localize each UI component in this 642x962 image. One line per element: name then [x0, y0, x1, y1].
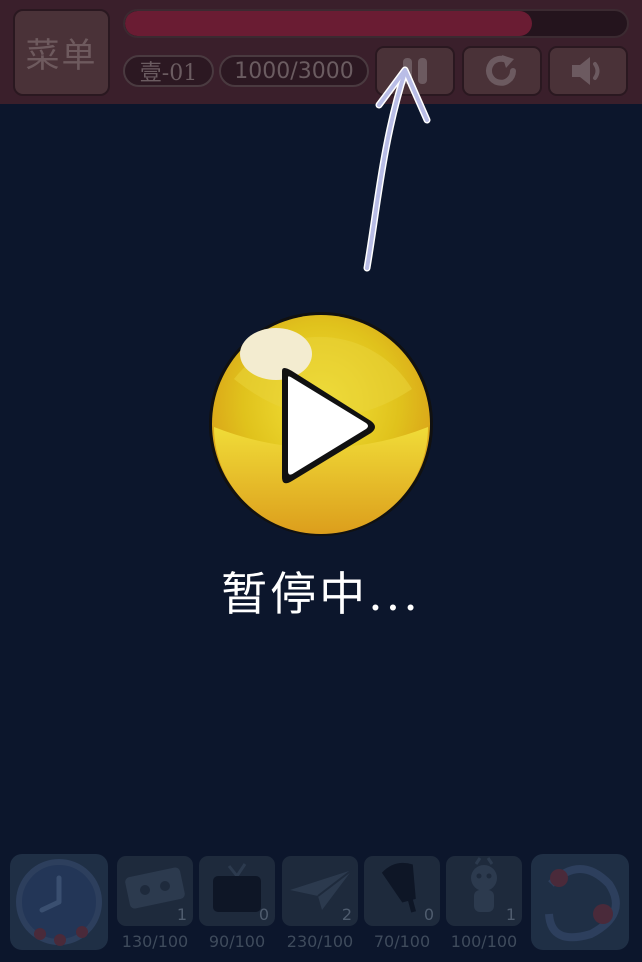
game-screen: 菜单 壹-01 1000/3000 暂停中... 1 130/100 0 90/…: [0, 0, 642, 962]
swirl-icon: [545, 865, 620, 942]
item-slot-tv[interactable]: 0: [199, 856, 275, 926]
item-progress-label: 70/100: [373, 932, 431, 951]
sound-icon: [572, 57, 600, 85]
item-count: 0: [258, 905, 269, 924]
sound-button[interactable]: [548, 46, 628, 96]
item-slot-paper-plane[interactable]: 2: [282, 856, 358, 926]
item-bar: 1 130/100 0 90/100 2 230/100 0 70/100 1 …: [0, 850, 642, 962]
item-count: 1: [176, 905, 187, 924]
item-progress-label: 90/100: [208, 932, 266, 951]
paused-status-text: 暂停中...: [221, 567, 421, 621]
resume-play-button[interactable]: [206, 309, 436, 539]
top-hud: 菜单 壹-01 1000/3000: [0, 0, 642, 104]
item-slot-cassette[interactable]: 1: [117, 856, 193, 926]
score-counter: 1000/3000: [219, 55, 369, 87]
item-slot-popsicle[interactable]: 0: [364, 856, 440, 926]
item-count: 1: [505, 905, 516, 924]
restart-button[interactable]: [462, 46, 542, 96]
item-count: 2: [341, 905, 352, 924]
level-indicator: 壹-01: [123, 55, 214, 87]
special-bonus-slot[interactable]: [531, 854, 629, 950]
arrow-up-icon: [363, 66, 431, 272]
restart-icon: [486, 55, 516, 86]
menu-button[interactable]: 菜单: [13, 9, 110, 96]
score-progress-bar: [123, 9, 629, 38]
time-bonus-slot[interactable]: [10, 854, 108, 950]
item-progress-label: 230/100: [286, 932, 354, 951]
clock-icon: [16, 859, 102, 946]
item-slot-monkey-toy[interactable]: 1: [446, 856, 522, 926]
item-progress-label: 130/100: [121, 932, 189, 951]
item-progress-label: 100/100: [450, 932, 518, 951]
score-progress-fill: [125, 11, 532, 36]
item-count: 0: [423, 905, 434, 924]
